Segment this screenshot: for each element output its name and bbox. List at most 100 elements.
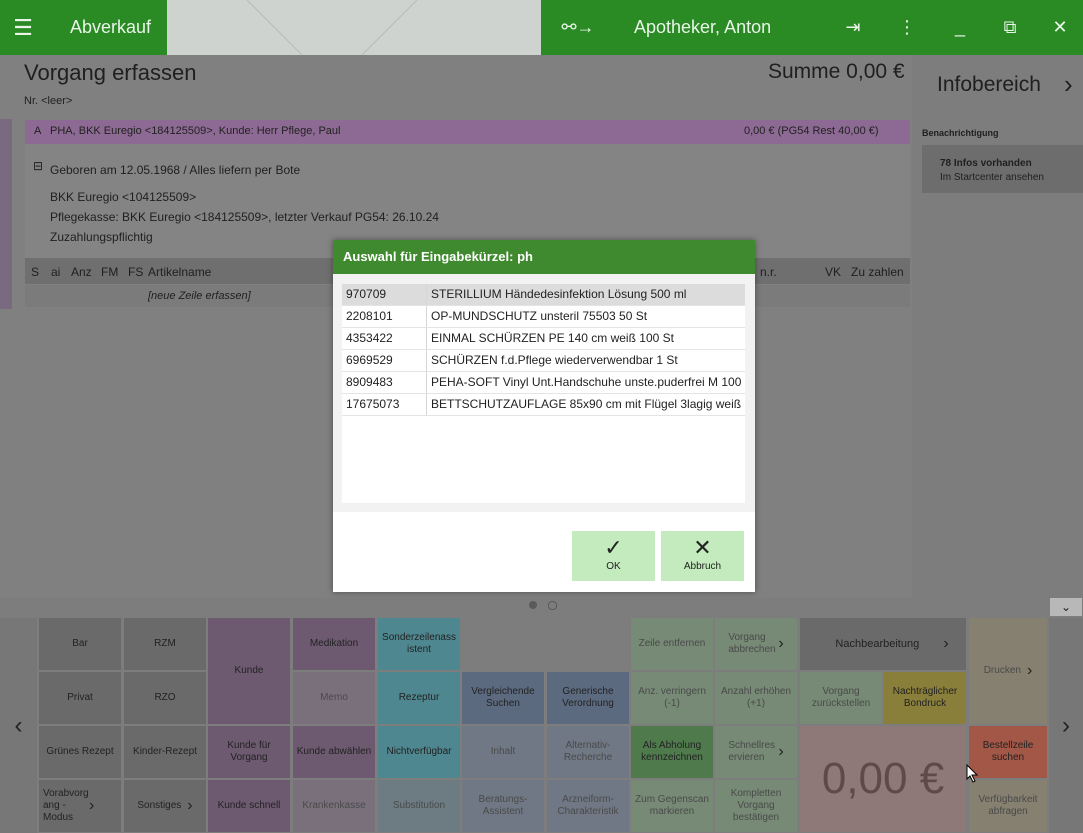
item-code: 6969529 (346, 353, 393, 367)
memo-button[interactable]: Memo (293, 672, 375, 724)
total-display[interactable]: 0,00 € (800, 726, 966, 832)
rzm-button[interactable]: RZM (124, 618, 206, 670)
vergleichende-suchen-button[interactable]: Vergleichende Suchen (462, 672, 544, 724)
list-item[interactable]: 2208101 OP-MUNDSCHUTZ unsteril 75503 50 … (342, 306, 745, 328)
notification-card[interactable]: 78 Infos vorhanden Im Startcenter ansehe… (922, 145, 1083, 193)
side-accent (0, 119, 12, 309)
verfuegbarkeit-button[interactable]: Verfügbarkeit abfragen (969, 780, 1047, 832)
nachbearbeitung-label: Nachbearbeitung (835, 638, 920, 650)
result-list[interactable]: 970709 STERILLIUM Händedesinfektion Lösu… (342, 284, 745, 503)
col-zu-zahlen[interactable]: Zu zahlen (851, 265, 904, 279)
dialog-body: 970709 STERILLIUM Händedesinfektion Lösu… (333, 274, 755, 512)
restore-icon[interactable]: ⧉ (995, 0, 1025, 55)
user-name[interactable]: Apotheker, Anton (634, 0, 771, 55)
vorgang-zurueckstellen-button[interactable]: Vorgang zurückstellen (800, 672, 882, 724)
info-chevron-icon[interactable]: › (1064, 69, 1073, 100)
close-icon: ✕ (693, 535, 712, 560)
col-anz[interactable]: Anz (71, 265, 92, 279)
kunde-fuer-vorgang-button[interactable]: Kunde für Vorgang (208, 726, 290, 778)
vorabvorgang-button[interactable]: Vorabvorg ang - Modus › (39, 780, 121, 832)
col-fs[interactable]: FS (128, 265, 143, 279)
substitution-button[interactable]: Substitution (378, 780, 460, 832)
page-dot[interactable] (548, 601, 557, 610)
kunde-schnell-button[interactable]: Kunde schnell (208, 780, 290, 832)
list-item[interactable]: 4353422 EINMAL SCHÜRZEN PE 140 cm weiß 1… (342, 328, 745, 350)
detail-line-1: Geboren am 12.05.1968 / Alles liefern pe… (50, 163, 301, 177)
bestellzeile-suchen-button[interactable]: Bestellzeile suchen (969, 726, 1047, 778)
close-icon[interactable]: ✕ (1045, 0, 1075, 55)
sonderzeilenassistent-button[interactable]: Sonderzeilenass istent (378, 618, 460, 670)
krankenkasse-button[interactable]: Krankenkasse (293, 780, 375, 832)
vorgang-abbrechen-button[interactable]: Vorgang abbrechen › (715, 618, 797, 670)
customer-balance: 0,00 € (PG54 Rest 40,00 €) (744, 125, 879, 137)
col-ai[interactable]: ai (51, 265, 60, 279)
nav-right-icon[interactable]: › (1049, 618, 1083, 833)
item-name: SCHÜRZEN f.d.Pflege wiederverwendbar 1 S… (431, 353, 678, 367)
col-nr[interactable]: n.r. (760, 265, 777, 279)
item-name: EINMAL SCHÜRZEN PE 140 cm weiß 100 St (431, 331, 674, 345)
sonstiges-label: Sonstiges (137, 800, 182, 811)
nav-left-icon[interactable]: ‹ (0, 618, 37, 833)
list-item[interactable]: 17675073 BETTSCHUTZAUFLAGE 85x90 cm mit … (342, 394, 745, 416)
sonstiges-button[interactable]: Sonstiges › (124, 780, 206, 832)
col-artikelname[interactable]: Artikelname (148, 265, 211, 279)
list-item[interactable]: 970709 STERILLIUM Händedesinfektion Lösu… (342, 284, 745, 306)
page-title: Vorgang erfassen (24, 60, 197, 85)
customer-letter: A (34, 125, 42, 137)
chevron-right-icon: › (89, 797, 95, 814)
kinder-rezept-button[interactable]: Kinder-Rezept (124, 726, 206, 778)
hamburger-icon[interactable]: ☰ (8, 0, 38, 55)
privat-button[interactable]: Privat (39, 672, 121, 724)
generische-verordnung-button[interactable]: Generische Verordnung (547, 672, 629, 724)
kompletten-vorgang-button[interactable]: Kompletten Vorgang bestätigen (715, 780, 797, 832)
more-icon[interactable]: ⋮ (892, 0, 922, 55)
arzneiform-button[interactable]: Arzneiform-Charakteristik (547, 780, 629, 832)
rezeptur-button[interactable]: Rezeptur (378, 672, 460, 724)
nachbearbeitung-button[interactable]: Nachbearbeitung › (800, 618, 966, 670)
item-code: 2208101 (346, 309, 393, 323)
customer-bar[interactable]: A PHA, BKK Euregio <184125509>, Kunde: H… (25, 120, 910, 144)
column-divider (426, 372, 427, 393)
link-arrow-icon[interactable]: ⚯→ (556, 0, 600, 55)
list-item[interactable]: 8909483 PEHA-SOFT Vinyl Unt.Handschuhe u… (342, 372, 745, 394)
collapse-panel-icon[interactable]: ⌄ (1050, 598, 1082, 616)
cancel-button[interactable]: ✕ Abbruch (661, 531, 744, 581)
collapse-icon[interactable]: ⊟ (33, 159, 43, 173)
gruenes-rezept-button[interactable]: Grünes Rezept (39, 726, 121, 778)
rzo-button[interactable]: RZO (124, 672, 206, 724)
item-code: 970709 (346, 287, 387, 301)
anz-verringern-button[interactable]: Anz. verringern (-1) (631, 672, 713, 724)
ok-button[interactable]: ✓ OK (572, 531, 655, 581)
page-dot-active[interactable] (529, 601, 537, 609)
alternativ-recherche-button[interactable]: Alternativ-Recherche (547, 726, 629, 778)
col-fm[interactable]: FM (101, 265, 118, 279)
vorabvorgang-label: Vorabvorg ang - Modus (43, 788, 89, 823)
anzahl-erhoehen-button[interactable]: Anzahl erhöhen (+1) (715, 672, 797, 724)
item-code: 4353422 (346, 331, 393, 345)
chevron-right-icon: › (778, 635, 784, 652)
chevron-right-icon: › (943, 635, 949, 652)
schnellreservieren-button[interactable]: Schnellres ervieren › (715, 726, 797, 778)
list-item[interactable]: 6969529 SCHÜRZEN f.d.Pflege wiederverwen… (342, 350, 745, 372)
zeile-entfernen-button[interactable]: Zeile entfernen (631, 618, 713, 670)
nachtraeglicher-bondruck-button[interactable]: Nachträglicher Bondruck (884, 672, 966, 724)
item-code: 17675073 (346, 397, 400, 411)
logout-icon[interactable]: ⇥ (838, 0, 868, 55)
inhalt-button[interactable]: Inhalt (462, 726, 544, 778)
col-vk[interactable]: VK (825, 265, 841, 279)
decorative-lines (246, 0, 418, 55)
gegenscan-button[interactable]: Zum Gegenscan markieren (631, 780, 713, 832)
kunde-abwaehlen-button[interactable]: Kunde abwählen (293, 726, 375, 778)
dialog-footer: ✓ OK ✕ Abbruch (333, 512, 755, 592)
nichtverfuegbar-button[interactable]: Nichtverfügbar (378, 726, 460, 778)
drucken-button[interactable]: Drucken › (969, 618, 1047, 724)
col-s[interactable]: S (31, 265, 39, 279)
beratungs-assistent-button[interactable]: Beratungs-Assistent (462, 780, 544, 832)
minimize-icon[interactable]: _ (945, 0, 975, 55)
new-row-label[interactable]: [neue Zeile erfassen] (148, 290, 251, 302)
medikation-button[interactable]: Medikation (293, 618, 375, 670)
kunde-button[interactable]: Kunde (208, 618, 290, 724)
als-abholung-button[interactable]: Als Abholung kennzeichnen (631, 726, 713, 778)
detail-line-4: Zuzahlungspflichtig (50, 230, 153, 244)
bar-button[interactable]: Bar (39, 618, 121, 670)
